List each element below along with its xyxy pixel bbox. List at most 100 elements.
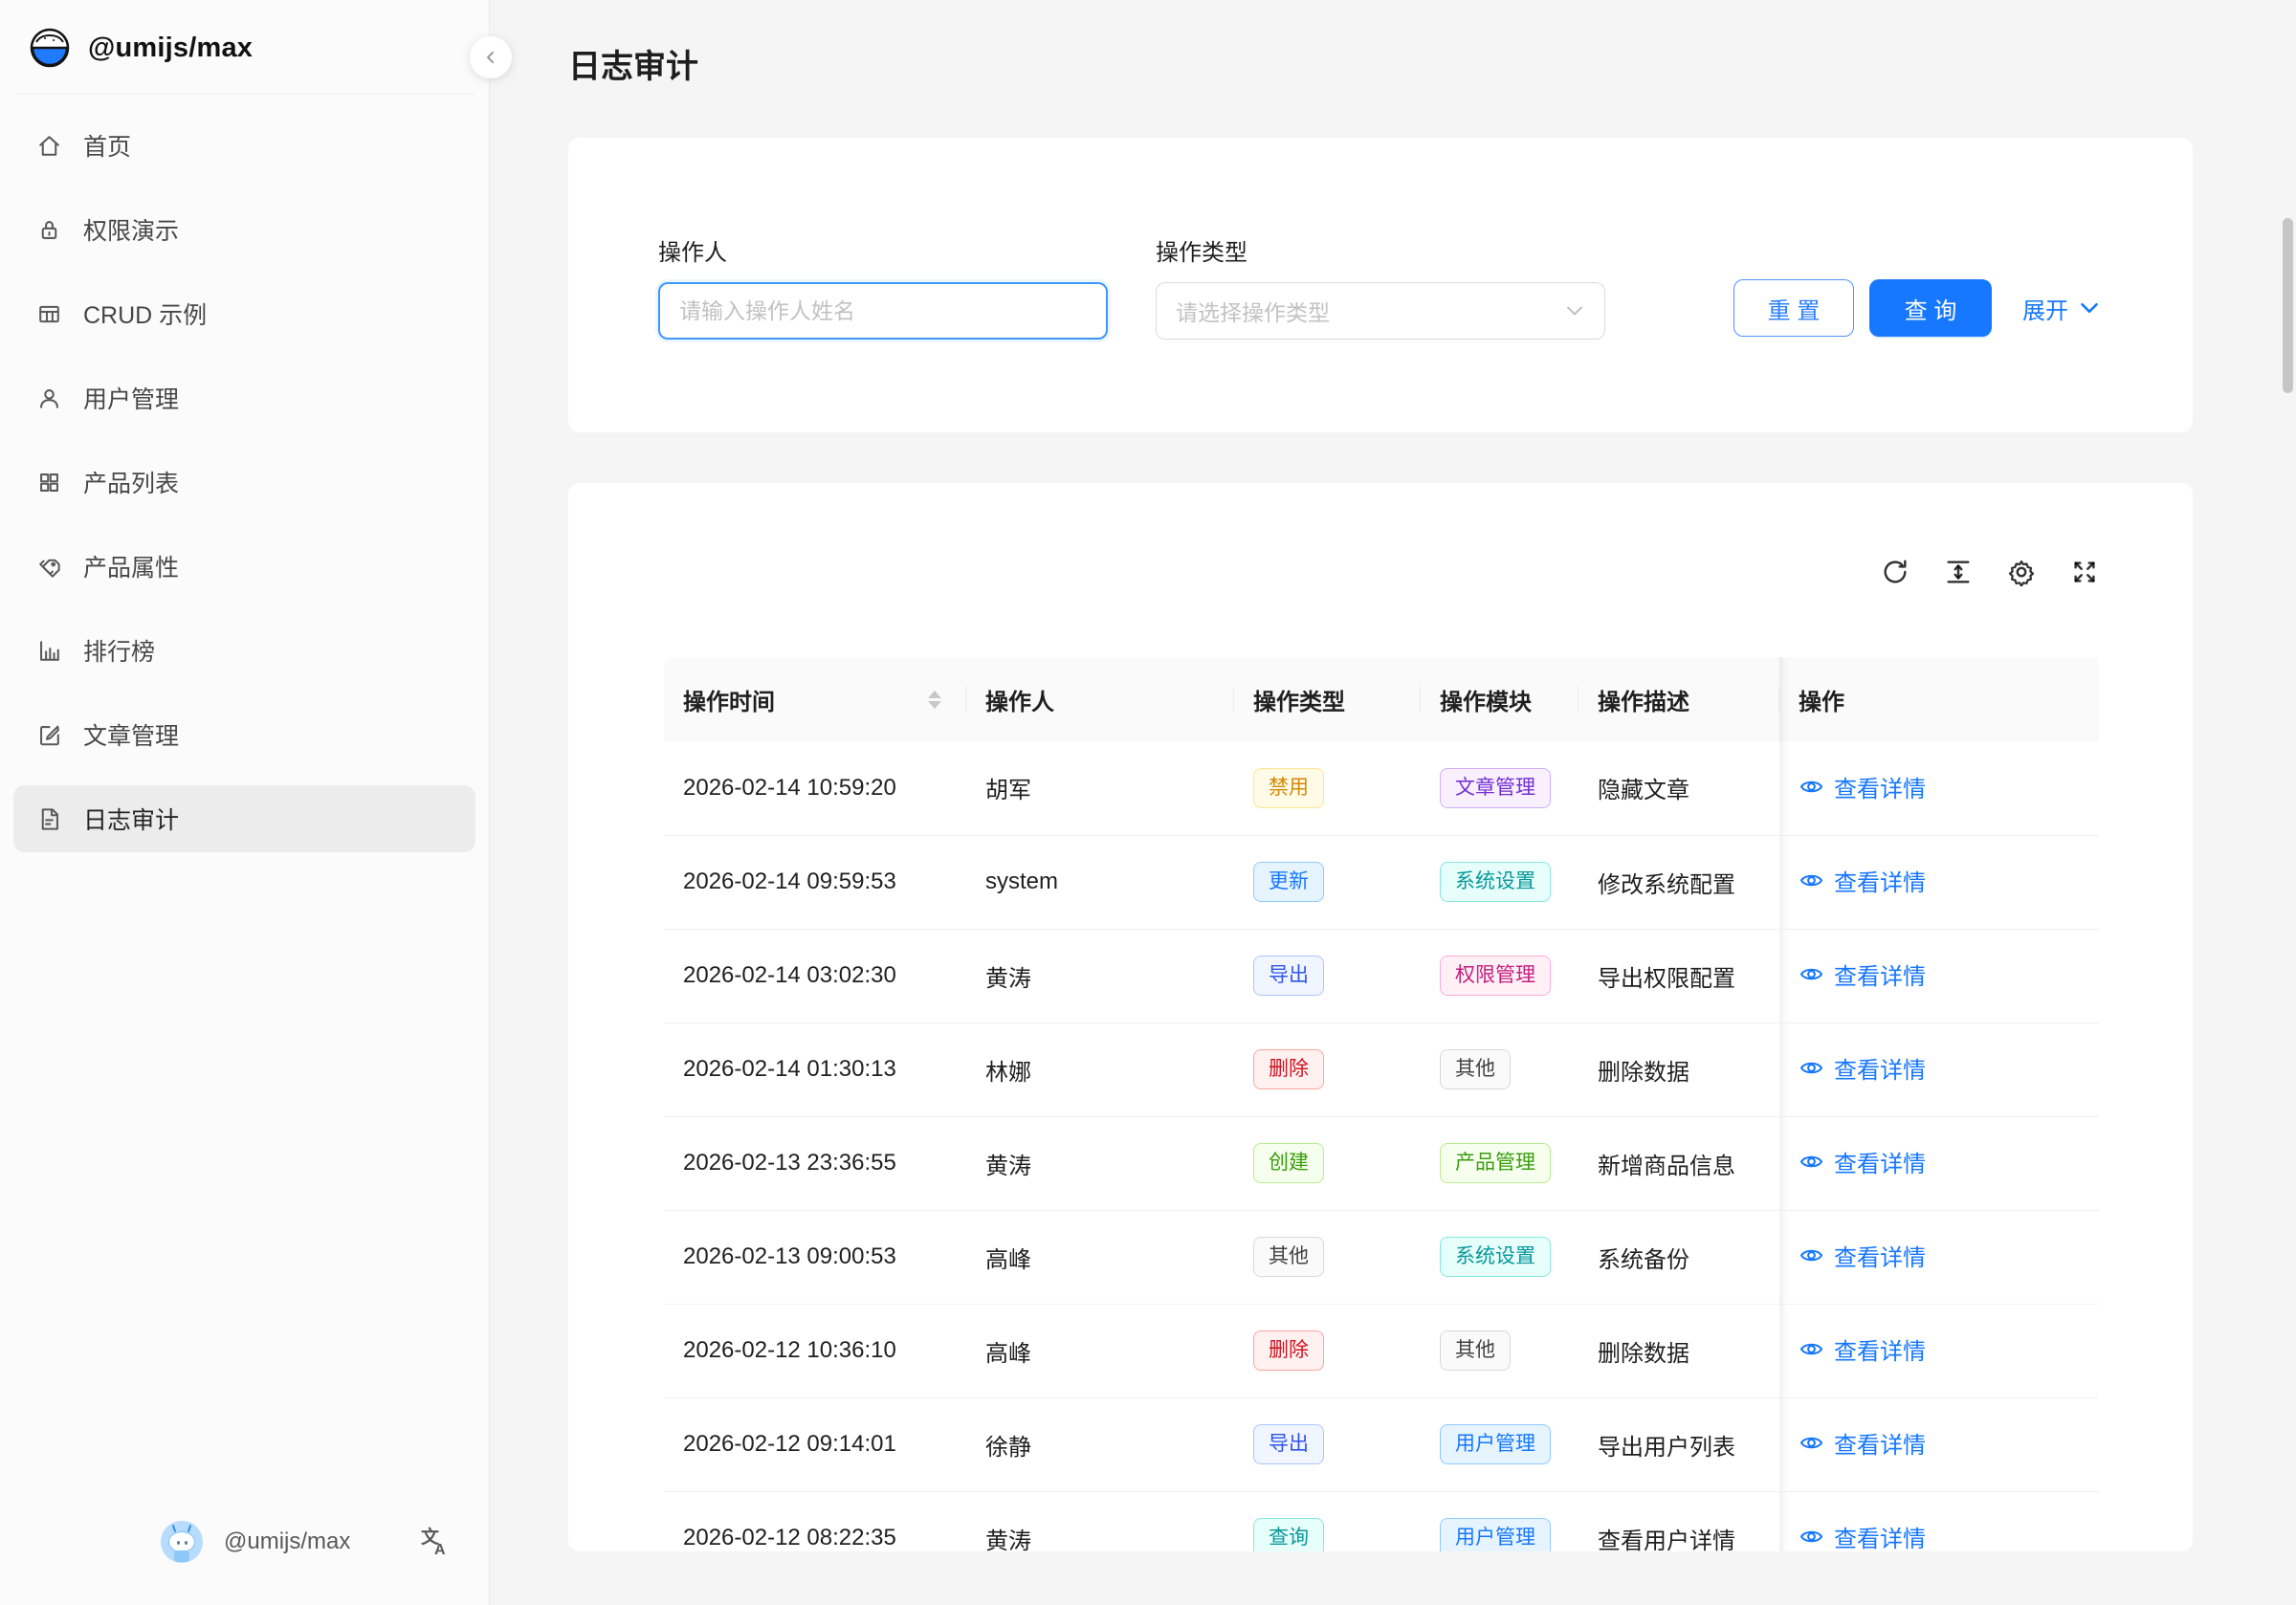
view-details-link[interactable]: 查看详情 <box>1799 1520 1926 1551</box>
view-details-link[interactable]: 查看详情 <box>1799 1426 1926 1460</box>
filter-actions: 重 置 查 询 展开 <box>1733 233 2101 337</box>
operation-module-tag: 其他 <box>1440 1330 1511 1371</box>
density-icon[interactable] <box>1944 558 1973 586</box>
operation-type-tag: 导出 <box>1253 1424 1324 1464</box>
cell-operation-type: 更新 <box>1234 835 1421 929</box>
eye-icon <box>1799 868 1824 893</box>
eye-icon <box>1799 1524 1824 1550</box>
cell-description: 系统备份 <box>1578 1210 1779 1304</box>
operation-module-tag: 用户管理 <box>1440 1518 1551 1551</box>
cell-description: 新增商品信息 <box>1578 1116 1779 1210</box>
sorter-icon[interactable] <box>928 691 941 709</box>
translate-icon[interactable]: 文 A <box>420 1527 451 1557</box>
view-details-link[interactable]: 查看详情 <box>1799 770 1926 803</box>
operation-module-tag: 系统设置 <box>1440 862 1551 902</box>
view-details-link[interactable]: 查看详情 <box>1799 1051 1926 1085</box>
cell-operator: 高峰 <box>966 1210 1234 1304</box>
sidebar-item-ranking[interactable]: 排行榜 <box>13 617 475 684</box>
sidebar-item-access[interactable]: 权限演示 <box>13 196 475 263</box>
cell-action: 查看详情 <box>1779 929 2099 1022</box>
sidebar-item-label: 权限演示 <box>83 212 179 247</box>
settings-gear-icon[interactable] <box>2007 558 2036 586</box>
sidebar-item-label: 文章管理 <box>83 717 179 752</box>
expand-label: 展开 <box>2022 292 2068 325</box>
sidebar-collapse-button[interactable] <box>470 36 512 78</box>
cell-time: 2026-02-14 03:02:30 <box>664 929 966 1022</box>
view-details-link[interactable]: 查看详情 <box>1799 864 1926 897</box>
cell-operation-type: 其他 <box>1234 1210 1421 1304</box>
sidebar-item-users[interactable]: 用户管理 <box>13 364 475 431</box>
reload-icon[interactable] <box>1881 558 1910 586</box>
operation-type-field: 操作类型 请选择操作类型 <box>1156 233 1605 340</box>
column-header-type: 操作类型 <box>1234 657 1421 741</box>
view-details-link[interactable]: 查看详情 <box>1799 1332 1926 1366</box>
sidebar-logo-row[interactable]: @umijs/max <box>0 0 489 94</box>
eye-icon <box>1799 1242 1824 1268</box>
expand-toggle[interactable]: 展开 <box>2022 292 2101 325</box>
cell-description: 隐藏文章 <box>1578 741 1779 835</box>
sidebar-item-crud[interactable]: CRUD 示例 <box>13 280 475 347</box>
view-details-link[interactable]: 查看详情 <box>1799 1145 1926 1178</box>
chevron-down-icon <box>1564 300 1585 321</box>
main-content: 日志审计 操作人 操作类型 请选择操作类型 重 置 查 询 展开 <box>490 0 2296 1605</box>
operation-type-placeholder: 请选择操作类型 <box>1176 295 1330 327</box>
chevron-down-icon <box>2078 297 2101 319</box>
svg-text:A: A <box>434 1542 446 1557</box>
column-header-module: 操作模块 <box>1421 657 1578 741</box>
column-header-operator: 操作人 <box>966 657 1234 741</box>
reset-button[interactable]: 重 置 <box>1733 279 1854 337</box>
view-details-label: 查看详情 <box>1834 1051 1926 1085</box>
cell-operation-type: 禁用 <box>1234 741 1421 835</box>
edit-icon <box>36 722 62 748</box>
column-header-time[interactable]: 操作时间 <box>664 657 966 741</box>
table-header-row: 操作时间 操作人 操作类型 操作模块 操作描述 操作 <box>664 657 2099 741</box>
table-toolbar <box>664 550 2099 594</box>
sidebar-item-product-list[interactable]: 产品列表 <box>13 449 475 516</box>
view-details-link[interactable]: 查看详情 <box>1799 1239 1926 1272</box>
search-button[interactable]: 查 询 <box>1869 279 1992 337</box>
cell-description: 删除数据 <box>1578 1304 1779 1397</box>
cell-action: 查看详情 <box>1779 1022 2099 1116</box>
fullscreen-icon[interactable] <box>2070 558 2099 586</box>
cell-operation-type: 删除 <box>1234 1022 1421 1116</box>
table-row: 2026-02-12 10:36:10高峰删除其他删除数据查看详情 <box>664 1304 2099 1397</box>
view-details-label: 查看详情 <box>1834 770 1926 803</box>
sidebar-divider <box>13 94 475 95</box>
page-title: 日志审计 <box>568 40 2193 87</box>
cell-time: 2026-02-12 09:14:01 <box>664 1397 966 1491</box>
cell-operation-module: 其他 <box>1421 1022 1578 1116</box>
operator-label: 操作人 <box>658 233 1108 267</box>
cell-description: 修改系统配置 <box>1578 835 1779 929</box>
footer-username[interactable]: @umijs/max <box>224 1528 372 1555</box>
cell-operation-module: 系统设置 <box>1421 1210 1578 1304</box>
sidebar-item-articles[interactable]: 文章管理 <box>13 701 475 768</box>
operator-input[interactable] <box>658 282 1108 340</box>
user-avatar[interactable] <box>161 1521 203 1563</box>
sidebar-item-product-attrs[interactable]: 产品属性 <box>13 533 475 600</box>
operation-type-tag: 禁用 <box>1253 768 1324 808</box>
file-text-icon <box>36 806 62 832</box>
cell-description: 删除数据 <box>1578 1022 1779 1116</box>
view-details-label: 查看详情 <box>1834 957 1926 991</box>
lock-icon <box>36 217 62 243</box>
view-details-link[interactable]: 查看详情 <box>1799 957 1926 991</box>
sidebar-item-home[interactable]: 首页 <box>13 112 475 179</box>
cell-operation-module: 文章管理 <box>1421 741 1578 835</box>
sidebar-item-label: 首页 <box>83 128 131 163</box>
sidebar-item-log-audit[interactable]: 日志审计 <box>13 785 475 852</box>
operation-module-tag: 文章管理 <box>1440 768 1551 808</box>
cell-operation-module: 其他 <box>1421 1304 1578 1397</box>
cell-time: 2026-02-12 10:36:10 <box>664 1304 966 1397</box>
table-row: 2026-02-14 01:30:13林娜删除其他删除数据查看详情 <box>664 1022 2099 1116</box>
cell-time: 2026-02-14 01:30:13 <box>664 1022 966 1116</box>
operation-type-select[interactable]: 请选择操作类型 <box>1156 282 1605 340</box>
table-row: 2026-02-14 10:59:20胡军禁用文章管理隐藏文章查看详情 <box>664 741 2099 835</box>
page-scrollbar[interactable] <box>2283 218 2293 393</box>
cell-time: 2026-02-14 10:59:20 <box>664 741 966 835</box>
sidebar-item-label: 排行榜 <box>83 633 155 668</box>
eye-icon <box>1799 961 1824 987</box>
bar-chart-icon <box>36 638 62 664</box>
cell-operation-type: 删除 <box>1234 1304 1421 1397</box>
home-icon <box>36 133 62 159</box>
column-header-description: 操作描述 <box>1578 657 1779 741</box>
